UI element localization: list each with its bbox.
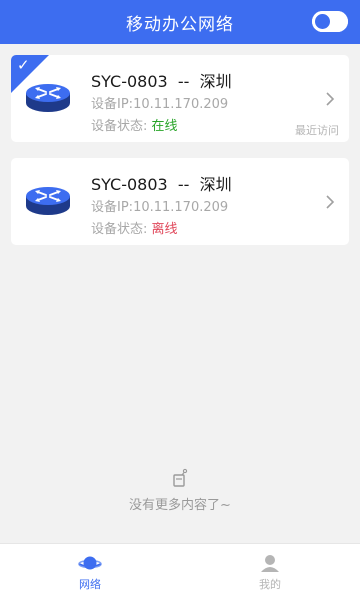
planet-icon [78, 556, 102, 570]
app-header: 移动办公网络 [0, 0, 360, 44]
device-ip: 设备IP:10.11.170.209 [91, 93, 228, 112]
checkmark-icon: ✓ [17, 56, 30, 74]
empty-state [0, 468, 360, 492]
device-card[interactable]: ✓ SYC-0803 -- 深圳 设备IP:10.11.170.209 设备状态… [11, 55, 349, 142]
tab-me[interactable]: 我的 [180, 544, 360, 600]
ip-label: 设备IP: [91, 200, 134, 215]
chevron-right-icon [326, 92, 335, 106]
status-value: 离线 [151, 222, 178, 237]
network-toggle[interactable] [312, 11, 348, 32]
status-value: 在线 [151, 119, 178, 134]
empty-message: 没有更多内容了~ [129, 498, 231, 513]
bottom-tab-bar: 网络 我的 [0, 543, 360, 600]
status-label: 设备状态: [91, 119, 148, 134]
ip-value: 10.11.170.209 [133, 200, 229, 215]
tab-label: 我的 [259, 578, 281, 591]
recent-access-tag: 最近访问 [295, 124, 339, 137]
status-label: 设备状态: [91, 222, 148, 237]
toggle-knob [315, 14, 330, 29]
device-status: 设备状态: 在线 [91, 115, 178, 134]
chevron-right-icon [326, 195, 335, 209]
ip-value: 10.11.170.209 [133, 97, 229, 112]
empty-box-icon [173, 468, 188, 487]
user-icon [261, 555, 279, 572]
ip-label: 设备IP: [91, 97, 134, 112]
device-name: SYC-0803 -- 深圳 [91, 175, 232, 194]
router-icon [26, 187, 70, 215]
device-card[interactable]: SYC-0803 -- 深圳 设备IP:10.11.170.209 设备状态: … [11, 158, 349, 245]
device-name: SYC-0803 -- 深圳 [91, 72, 232, 91]
tab-label: 网络 [79, 578, 101, 591]
device-status: 设备状态: 离线 [91, 218, 178, 237]
device-ip: 设备IP:10.11.170.209 [91, 196, 228, 215]
tab-network[interactable]: 网络 [0, 544, 180, 600]
page-title: 移动办公网络 [126, 14, 234, 35]
router-icon [26, 84, 70, 112]
